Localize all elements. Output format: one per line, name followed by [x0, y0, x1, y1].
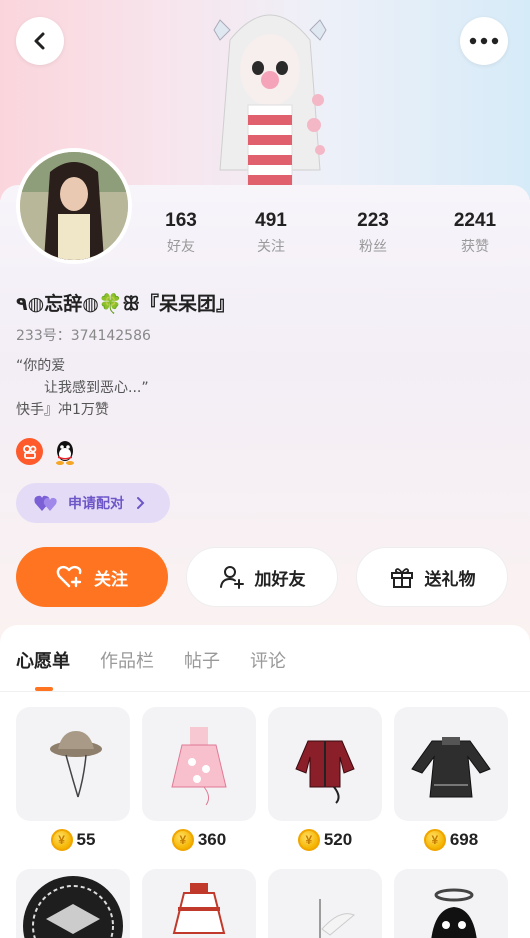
bio-line: “你的爱 — [16, 358, 66, 374]
qq-logo — [55, 440, 74, 465]
divider — [0, 691, 530, 692]
tab-comments[interactable]: 评论 — [250, 647, 286, 673]
coin-icon: ¥ — [171, 829, 194, 851]
item-thumbnail — [16, 707, 130, 821]
content-section: 心愿单 作品栏 帖子 评论 ¥ 55 ¥ 360 ¥ 520 ¥ 698 — [0, 625, 530, 938]
gift-label: 送礼物 — [424, 569, 476, 590]
gift-icon — [390, 568, 413, 588]
follow-label: 关注 — [94, 569, 128, 590]
item-price: ¥ 55 — [16, 829, 130, 851]
tab-works[interactable]: 作品栏 — [100, 647, 154, 673]
stat-number: 2241 — [453, 210, 497, 231]
social-links — [16, 438, 78, 465]
apply-pairing-button[interactable]: 申请配对 — [16, 483, 170, 523]
item-price: ¥ 698 — [394, 829, 508, 851]
wishlist-item[interactable]: ¥ 698 — [394, 707, 508, 851]
chevron-right-icon — [137, 497, 145, 509]
coin-icon: ¥ — [50, 829, 73, 851]
stat-number: 491 — [255, 210, 287, 231]
chevron-left-icon — [34, 32, 45, 50]
tab-wishlist[interactable]: 心愿单 — [16, 647, 70, 673]
item-thumbnail — [268, 707, 382, 821]
kuaishou-icon[interactable] — [16, 438, 43, 465]
pair-label: 申请配对 — [68, 496, 124, 512]
add-friend-label: 加好友 — [254, 569, 306, 590]
stat-label: 好友 — [167, 239, 195, 255]
stat-friends[interactable]: 163 好友 — [136, 208, 226, 256]
tab-posts[interactable]: 帖子 — [184, 647, 220, 673]
red-jacket-image — [295, 740, 355, 804]
more-options-button[interactable] — [460, 17, 508, 65]
wishlist-item[interactable] — [142, 869, 256, 938]
price-value: 520 — [323, 830, 353, 849]
coin-icon: ¥ — [423, 829, 446, 851]
item-price: ¥ 360 — [142, 829, 256, 851]
item-thumbnail — [394, 869, 508, 938]
item-thumbnail — [268, 869, 382, 938]
wishlist-item[interactable]: ¥ 55 — [16, 707, 130, 851]
bio-line: 快手』冲1万赞 — [16, 402, 109, 418]
more-dots-icon — [469, 37, 499, 45]
kuaishou-logo — [22, 444, 36, 459]
black-emblem-image — [23, 876, 123, 938]
profile-name: ٩◍忘辞◍🍀ꕥ『呆呆团』 — [16, 293, 236, 315]
black-dress-image — [411, 737, 491, 798]
price-value: 55 — [76, 830, 96, 849]
add-user-icon — [219, 566, 244, 589]
stat-label: 关注 — [257, 239, 285, 255]
profile-bio: “你的爱 让我感到恶心...” 快手』冲1万赞 — [16, 355, 149, 421]
wishlist-item[interactable] — [268, 869, 382, 938]
add-friend-button[interactable]: 加好友 — [186, 547, 338, 607]
wishlist-item[interactable]: ¥ 360 — [142, 707, 256, 851]
bio-line: 让我感到恶心...” — [44, 380, 149, 396]
item-thumbnail — [394, 707, 508, 821]
character-avatar-image — [213, 14, 327, 186]
stat-label: 获赞 — [461, 239, 489, 255]
user-photo — [20, 152, 128, 260]
follow-button[interactable]: 关注 — [16, 547, 168, 607]
pink-dress-image — [171, 727, 227, 806]
hat-image — [50, 731, 102, 798]
user-id[interactable]: 233号：374142586 — [16, 325, 151, 345]
stat-following[interactable]: 491 关注 — [226, 208, 316, 256]
wishlist-item[interactable] — [16, 869, 130, 938]
stat-likes[interactable]: 2241 获赞 — [430, 208, 520, 256]
avatar[interactable] — [16, 148, 132, 264]
stat-number: 223 — [357, 210, 389, 231]
item-thumbnail — [142, 869, 256, 938]
maid-dress-image — [172, 883, 226, 934]
stat-label: 粉丝 — [359, 239, 387, 255]
stat-fans[interactable]: 223 粉丝 — [328, 208, 418, 256]
action-buttons: 关注 加好友 送礼物 — [16, 547, 514, 607]
stat-number: 163 — [165, 210, 197, 231]
tab-bar: 心愿单 作品栏 帖子 评论 — [16, 647, 286, 673]
coin-icon: ¥ — [297, 829, 320, 851]
heart-plus-icon — [56, 565, 82, 588]
item-thumbnail — [142, 707, 256, 821]
back-button[interactable] — [16, 17, 64, 65]
white-wings-image — [319, 899, 355, 938]
double-heart-icon — [34, 495, 57, 511]
wishlist-item[interactable] — [394, 869, 508, 938]
ghost-halo-image — [431, 888, 477, 938]
qq-icon[interactable] — [51, 438, 78, 465]
price-value: 360 — [197, 830, 227, 849]
item-thumbnail — [16, 869, 130, 938]
item-price: ¥ 520 — [268, 829, 382, 851]
send-gift-button[interactable]: 送礼物 — [356, 547, 508, 607]
price-value: 698 — [449, 830, 479, 849]
wishlist-item[interactable]: ¥ 520 — [268, 707, 382, 851]
